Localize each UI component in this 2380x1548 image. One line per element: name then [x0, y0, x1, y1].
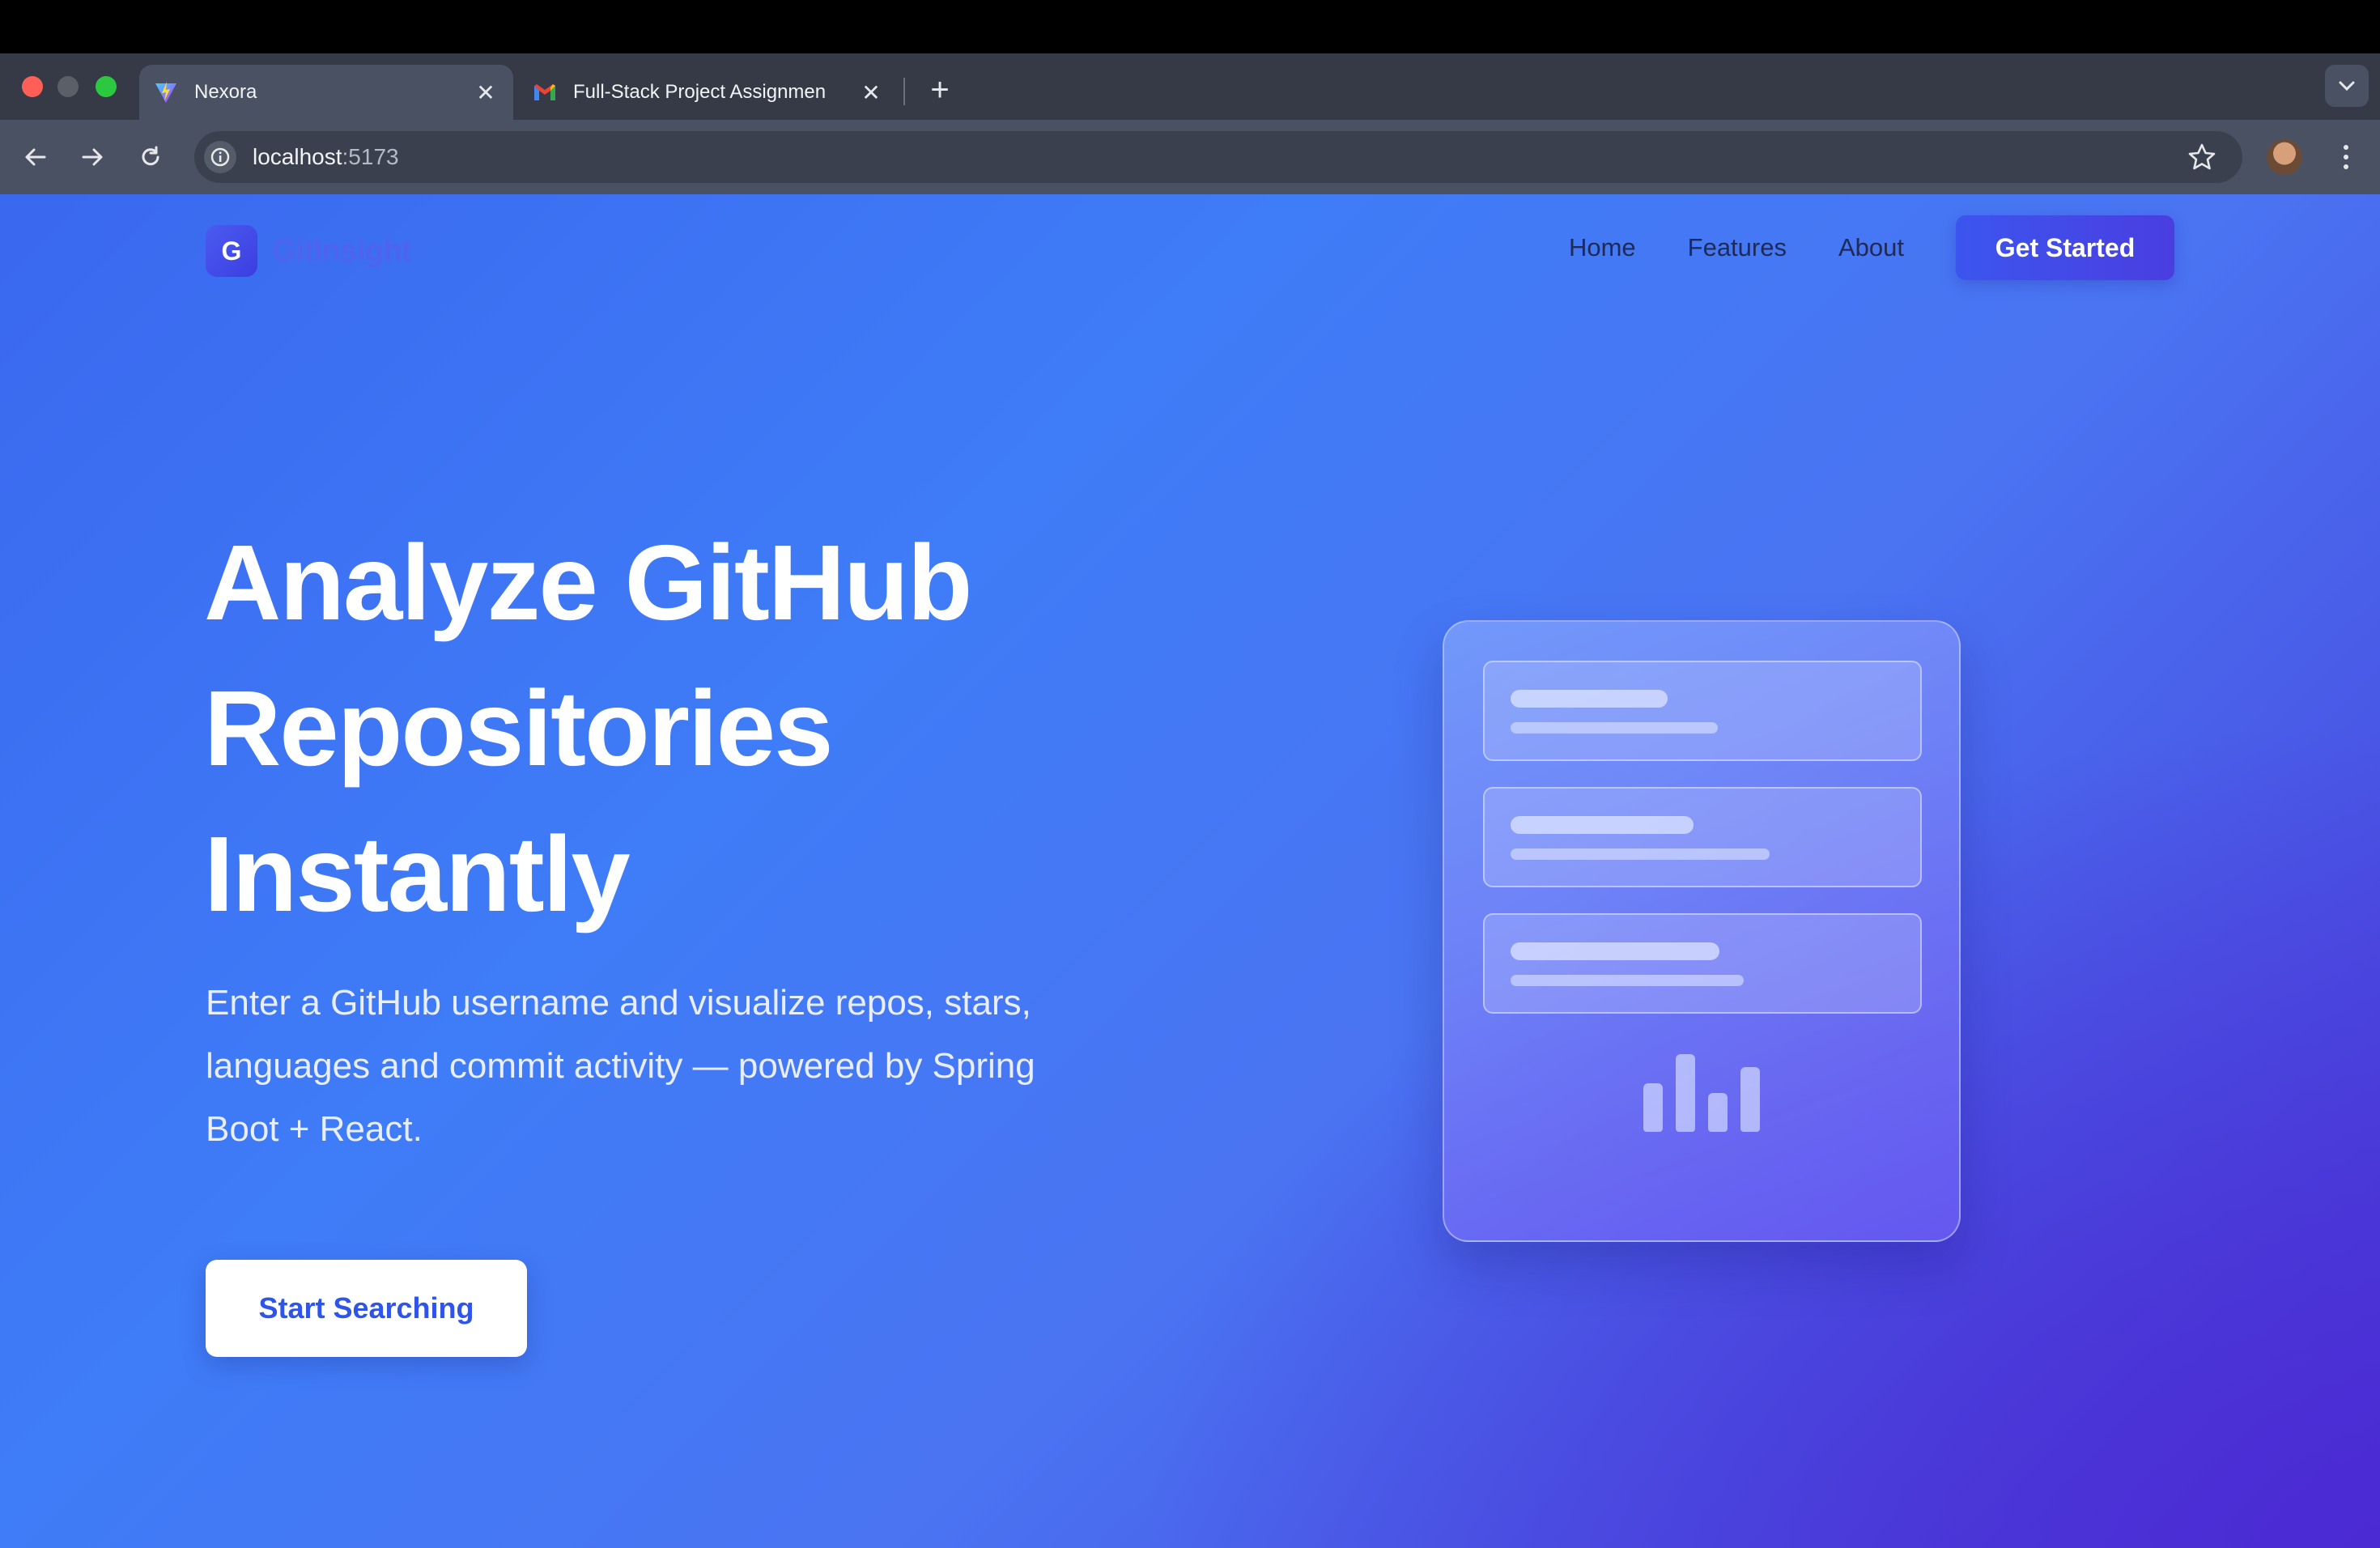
- bookmark-star-icon[interactable]: [2186, 141, 2218, 177]
- tab-nexora[interactable]: Nexora ✕: [139, 65, 513, 120]
- get-started-button[interactable]: Get Started: [1956, 215, 2174, 280]
- address-bar[interactable]: localhost:5173: [194, 131, 2242, 183]
- bar-chart-icon: [1643, 1051, 1773, 1132]
- page-viewport: G GitInsight Home Features About Get Sta…: [0, 194, 2380, 1548]
- start-searching-button[interactable]: Start Searching: [206, 1260, 527, 1357]
- bar: [1708, 1093, 1728, 1132]
- forward-button[interactable]: [70, 134, 115, 180]
- logo-text: GitInsight: [272, 233, 412, 268]
- placeholder-line: [1511, 722, 1718, 734]
- arrow-left-icon: [25, 148, 46, 166]
- placeholder-line: [1511, 848, 1770, 860]
- bar: [1643, 1083, 1663, 1132]
- tab-title: Full-Stack Project Assignmen: [573, 81, 827, 103]
- illustration-row: [1483, 661, 1922, 761]
- site-logo[interactable]: G GitInsight: [206, 225, 412, 277]
- dashboard-illustration: [1443, 620, 1961, 1242]
- chevron-down-icon: [2339, 81, 2355, 91]
- vite-icon: [152, 79, 180, 106]
- back-button[interactable]: [13, 134, 58, 180]
- browser-toolbar: localhost:5173: [0, 120, 2380, 194]
- placeholder-line: [1511, 816, 1694, 834]
- profile-avatar[interactable]: [2267, 139, 2302, 175]
- close-tab-icon[interactable]: ✕: [855, 79, 887, 106]
- browser-menu-button[interactable]: [2330, 136, 2362, 178]
- tab-title: Nexora: [194, 81, 257, 103]
- nav-links: Home Features About Get Started: [1569, 215, 2174, 280]
- close-tab-icon[interactable]: ✕: [470, 79, 502, 106]
- site-info-icon[interactable]: [204, 141, 236, 173]
- minimize-window-button[interactable]: [57, 76, 79, 97]
- bar: [1676, 1054, 1695, 1132]
- tab-strip: Nexora ✕ Full-Stack Project Assignmen ✕ …: [0, 53, 2380, 120]
- placeholder-line: [1511, 942, 1719, 960]
- placeholder-line: [1511, 690, 1668, 708]
- url-host: localhost: [253, 144, 342, 169]
- maximize-window-button[interactable]: [96, 76, 117, 97]
- gmail-icon: [531, 79, 559, 106]
- nav-link-features[interactable]: Features: [1688, 233, 1787, 262]
- url-text: localhost:5173: [253, 144, 399, 170]
- arrow-right-icon: [82, 148, 103, 166]
- tab-search-button[interactable]: [2325, 65, 2369, 107]
- site-navbar: G GitInsight Home Features About Get Sta…: [206, 215, 2174, 280]
- menu-bar-strip: [0, 0, 2380, 53]
- hero-title: Analyze GitHub Repositories Instantly: [204, 510, 1175, 947]
- placeholder-line: [1511, 975, 1744, 986]
- nav-link-about[interactable]: About: [1838, 233, 1904, 262]
- reload-button[interactable]: [128, 134, 173, 180]
- tab-separator: [903, 78, 905, 105]
- new-tab-button[interactable]: +: [920, 70, 960, 110]
- url-port: :5173: [342, 144, 399, 169]
- bar: [1740, 1067, 1760, 1132]
- tab-gmail[interactable]: Full-Stack Project Assignmen ✕: [518, 65, 899, 120]
- hero-title-line: Repositories: [204, 669, 834, 788]
- nav-link-home[interactable]: Home: [1569, 233, 1636, 262]
- logo-badge: G: [206, 225, 257, 277]
- browser-chrome: Nexora ✕ Full-Stack Project Assignmen ✕ …: [0, 53, 2380, 194]
- hero-subtitle: Enter a GitHub username and visualize re…: [206, 983, 1035, 1149]
- reload-icon: [142, 146, 159, 166]
- close-window-button[interactable]: [22, 76, 43, 97]
- hero-title-line: Instantly: [204, 814, 631, 933]
- hero-title-line: Analyze GitHub: [204, 523, 972, 642]
- illustration-row: [1483, 787, 1922, 887]
- illustration-row: [1483, 913, 1922, 1014]
